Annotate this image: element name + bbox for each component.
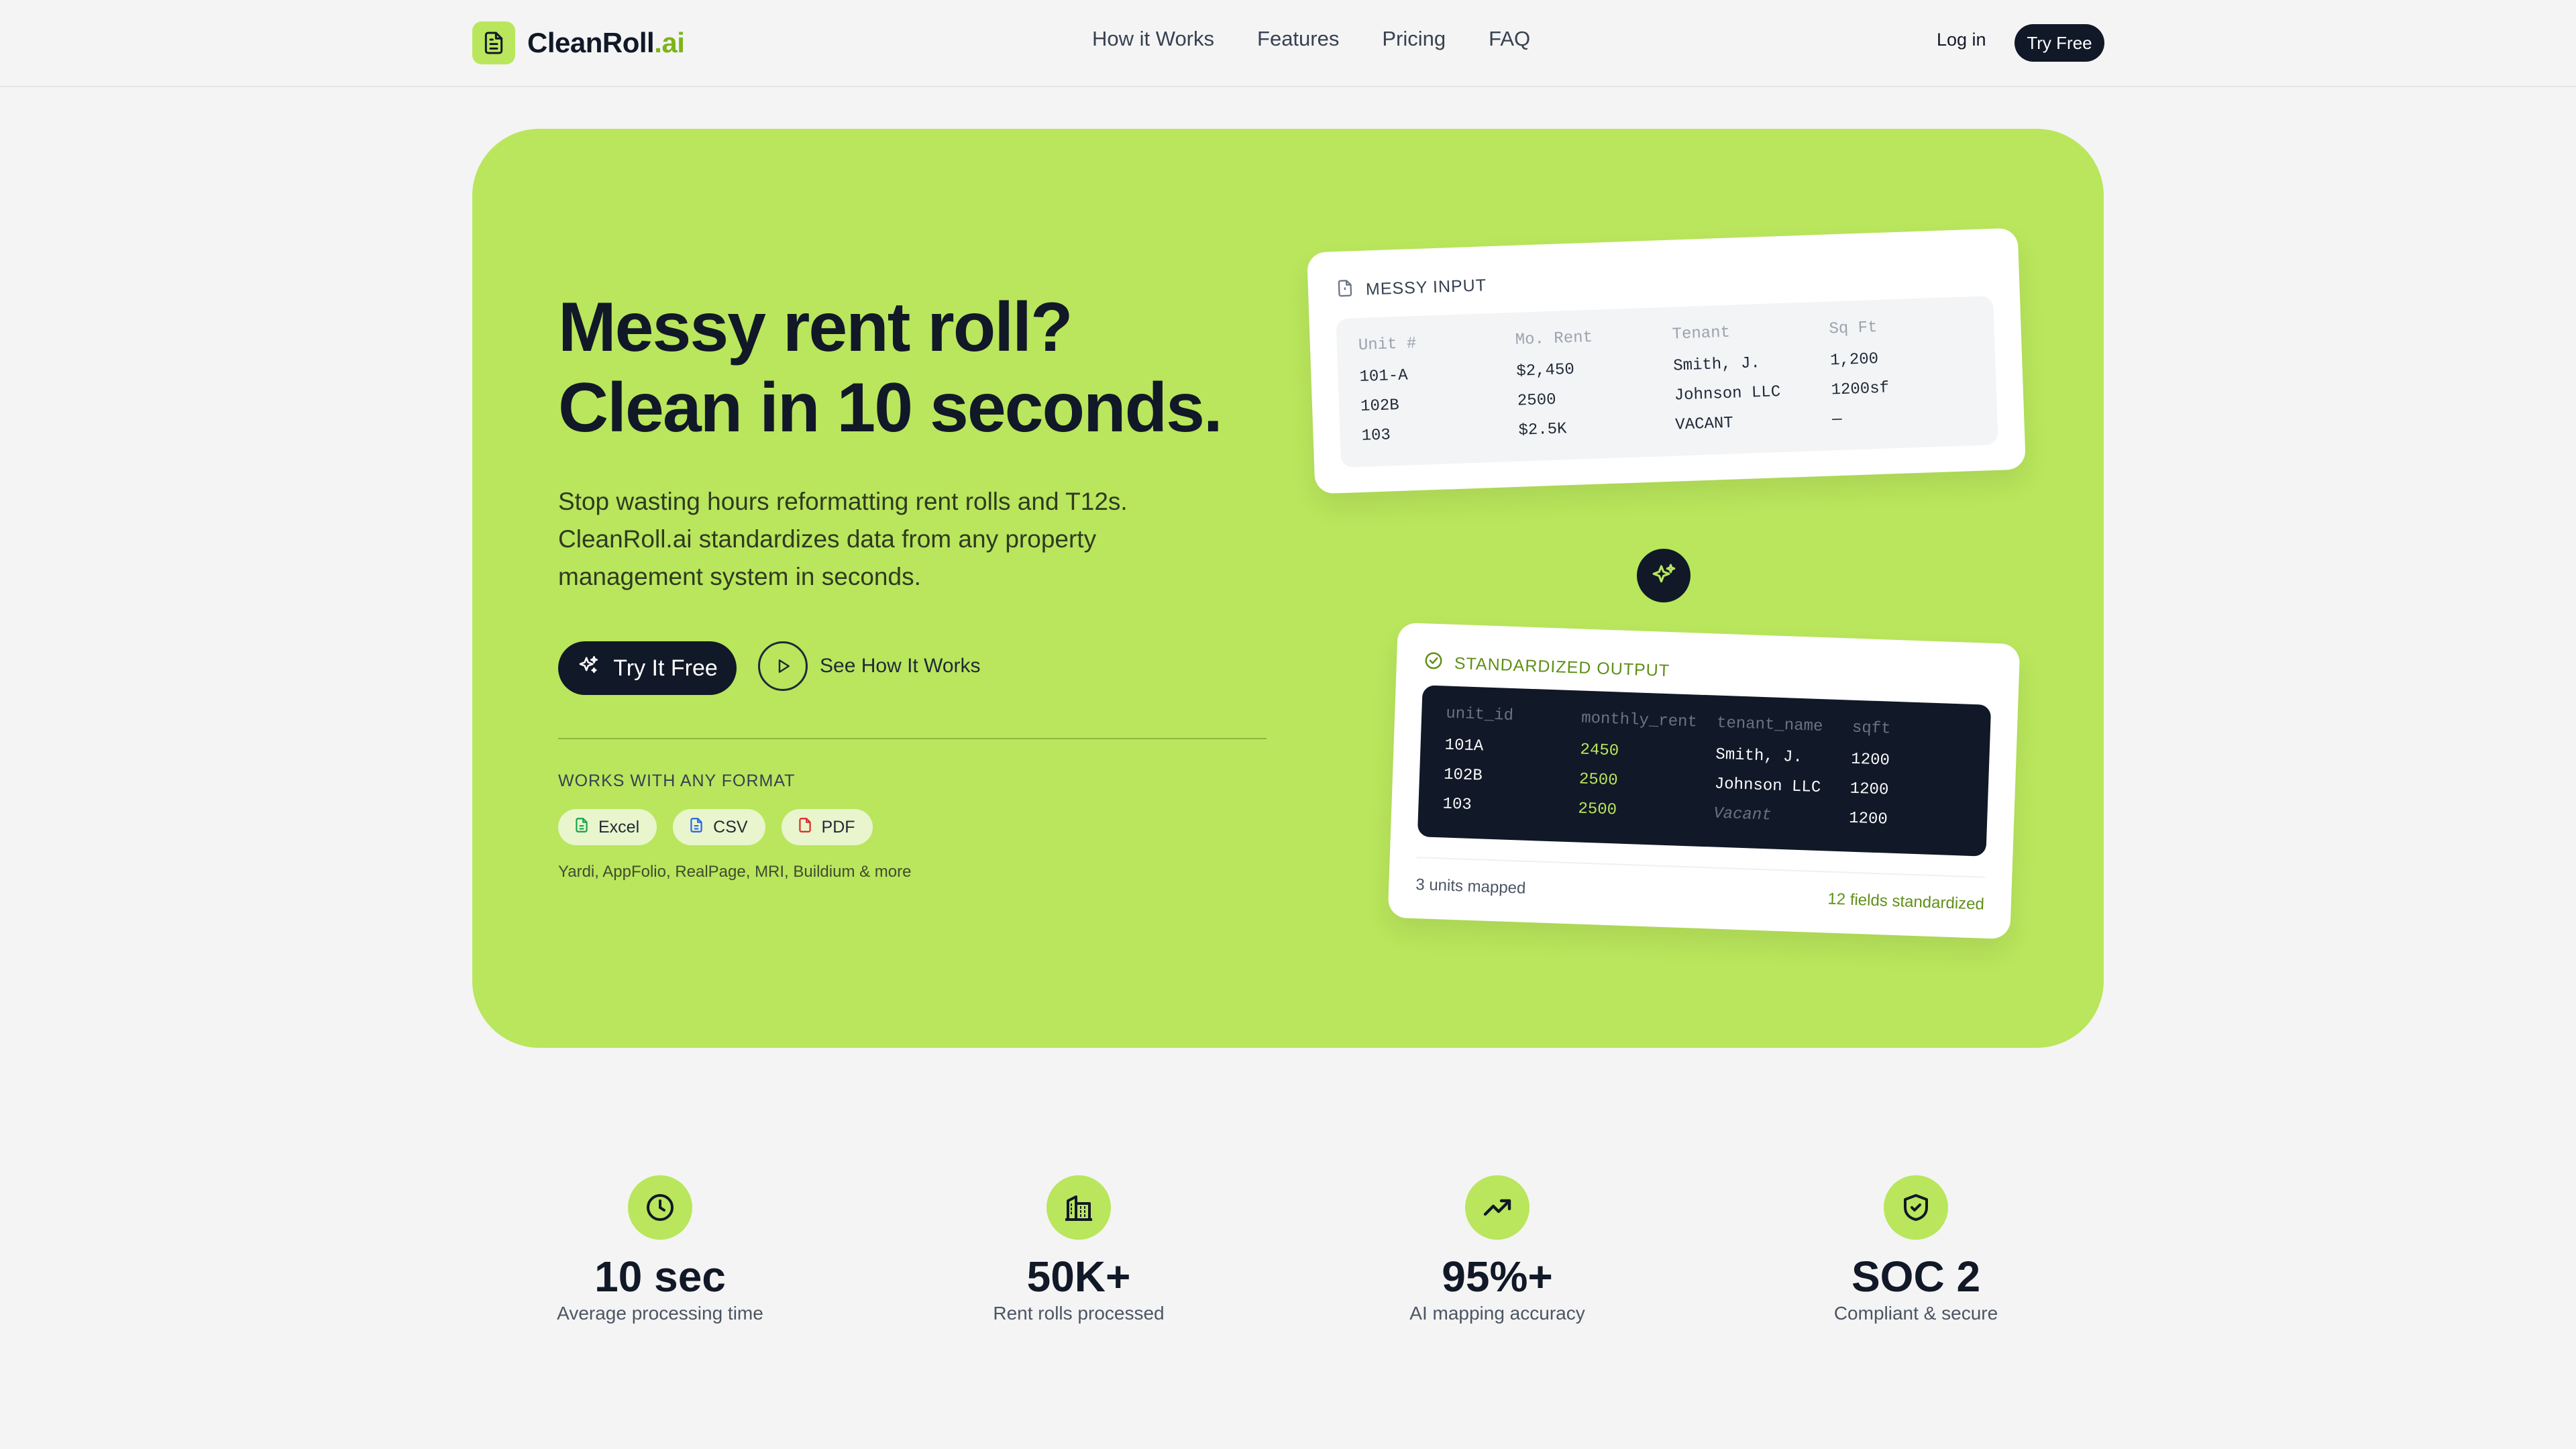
format-chips: Excel CSV PDF bbox=[558, 809, 873, 845]
stat-value: 50K+ bbox=[1026, 1252, 1131, 1301]
stat-rent-rolls: 50K+ Rent rolls processed bbox=[911, 1175, 1246, 1324]
units-mapped-text: 3 units mapped bbox=[1415, 875, 1526, 898]
stat-label: Rent rolls processed bbox=[993, 1303, 1165, 1324]
clean-col-tenant-name: tenant_name Smith, J. Johnson LLC Vacant bbox=[1713, 714, 1823, 825]
stat-value: SOC 2 bbox=[1851, 1252, 1981, 1301]
headline-line-1: Messy rent roll? bbox=[558, 288, 1073, 366]
output-footer: 3 units mapped 12 fields standardized bbox=[1415, 857, 1986, 914]
standardized-output-header: STANDARDIZED OUTPUT bbox=[1423, 650, 1670, 684]
building-icon bbox=[1046, 1175, 1111, 1240]
nav-link-features[interactable]: Features bbox=[1257, 27, 1339, 51]
excel-file-icon bbox=[573, 816, 590, 839]
stat-value: 95%+ bbox=[1442, 1252, 1553, 1301]
stat-accuracy: 95%+ AI mapping accuracy bbox=[1330, 1175, 1665, 1324]
sparkles-icon bbox=[577, 654, 600, 683]
try-free-button[interactable]: Try Free bbox=[2015, 24, 2104, 62]
nav-link-how-it-works[interactable]: How it Works bbox=[1092, 27, 1214, 51]
pdf-file-icon bbox=[796, 816, 814, 839]
top-nav: CleanRoll.ai How it Works Features Prici… bbox=[0, 0, 2576, 87]
see-how-it-works-button[interactable]: See How It Works bbox=[758, 641, 981, 691]
brand-logo[interactable]: CleanRoll.ai bbox=[472, 21, 685, 64]
nav-link-faq[interactable]: FAQ bbox=[1489, 27, 1530, 51]
stat-label: Compliant & secure bbox=[1833, 1303, 1998, 1324]
hero-subtitle: Stop wasting hours reformatting rent rol… bbox=[558, 488, 1128, 590]
messy-input-header: MESSY INPUT bbox=[1334, 273, 1487, 303]
trending-up-icon bbox=[1465, 1175, 1529, 1240]
messy-input-card: MESSY INPUT Unit # 101-A 102B 103 Mo. Re… bbox=[1307, 227, 2026, 494]
integrations-text: Yardi, AppFolio, RealPage, MRI, Buildium… bbox=[558, 863, 912, 881]
messy-col-tenant: Tenant Smith, J. Johnson LLC VACANT bbox=[1672, 323, 1781, 435]
formats-label: WORKS WITH ANY FORMAT bbox=[558, 771, 796, 790]
try-it-free-button[interactable]: Try It Free bbox=[558, 641, 737, 695]
play-icon bbox=[758, 641, 808, 691]
hero-section: Messy rent roll? Clean in 10 seconds. St… bbox=[472, 129, 2104, 1048]
clock-icon bbox=[628, 1175, 692, 1240]
clean-table: unit_id 101A 102B 103 monthly_rent 2450 … bbox=[1417, 685, 1992, 857]
messy-table: Unit # 101-A 102B 103 Mo. Rent $2,450 25… bbox=[1336, 295, 1998, 468]
try-it-free-label: Try It Free bbox=[613, 655, 718, 681]
clean-col-sqft: sqft 1200 1200 1200 bbox=[1848, 718, 1891, 829]
stat-value: 10 sec bbox=[594, 1252, 726, 1301]
headline-line-2: Clean in 10 seconds. bbox=[558, 369, 1223, 447]
shield-check-icon bbox=[1884, 1175, 1948, 1240]
stat-compliance: SOC 2 Compliant & secure bbox=[1748, 1175, 2084, 1324]
messy-col-unit: Unit # 101-A 102B 103 bbox=[1358, 334, 1417, 445]
document-icon bbox=[472, 21, 515, 64]
messy-col-rent: Mo. Rent $2,450 2500 $2.5K bbox=[1515, 328, 1593, 440]
format-chip-excel: Excel bbox=[558, 809, 657, 845]
messy-col-sqft: Sq Ft 1,200 1200sf — bbox=[1829, 319, 1890, 429]
clean-col-monthly-rent: monthly_rent 2450 2500 2500 bbox=[1577, 709, 1698, 820]
format-chip-csv: CSV bbox=[673, 809, 765, 845]
stat-label: AI mapping accuracy bbox=[1409, 1303, 1585, 1324]
clean-col-unit-id: unit_id 101A 102B 103 bbox=[1442, 704, 1514, 814]
stat-processing-time: 10 sec Average processing time bbox=[492, 1175, 828, 1324]
divider bbox=[558, 738, 1267, 739]
stat-label: Average processing time bbox=[557, 1303, 763, 1324]
hero-headline: Messy rent roll? Clean in 10 seconds. bbox=[558, 287, 1223, 448]
check-circle-icon bbox=[1423, 650, 1444, 676]
brand-name: CleanRoll.ai bbox=[527, 27, 685, 58]
fields-standardized-text: 12 fields standardized bbox=[1827, 890, 1985, 914]
csv-file-icon bbox=[688, 816, 705, 839]
ai-sparkle-icon bbox=[1637, 549, 1690, 602]
nav-links: How it Works Features Pricing FAQ bbox=[1092, 27, 1530, 51]
standardized-output-card: STANDARDIZED OUTPUT unit_id 101A 102B 10… bbox=[1387, 622, 2021, 940]
nav-link-pricing[interactable]: Pricing bbox=[1382, 27, 1446, 51]
login-link[interactable]: Log in bbox=[1937, 30, 1986, 50]
format-chip-pdf: PDF bbox=[781, 809, 873, 845]
file-warning-icon bbox=[1334, 278, 1355, 303]
see-how-it-works-label: See How It Works bbox=[820, 655, 981, 677]
